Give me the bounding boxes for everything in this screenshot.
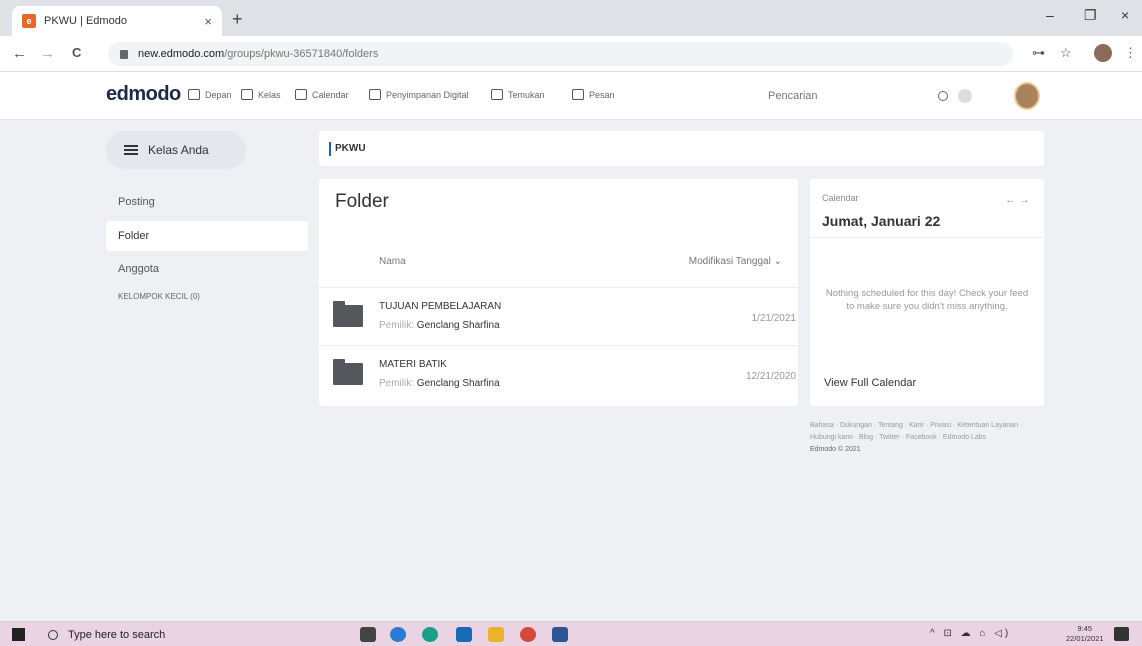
search-input[interactable]: Pencarian <box>768 81 948 111</box>
class-icon <box>241 89 253 100</box>
windows-taskbar: Type here to search ^ ⊡ ☁ ⌂ ◁) 9:45 22/0… <box>0 621 1142 646</box>
calendar-icon <box>295 89 307 100</box>
edmodo-logo[interactable]: edmodo <box>106 83 181 106</box>
folder-icon <box>333 301 363 327</box>
key-icon[interactable]: ⊶ <box>1032 45 1045 61</box>
discover-icon <box>491 89 503 100</box>
back-icon[interactable]: ← <box>12 45 27 62</box>
search-icon[interactable] <box>938 91 948 101</box>
notification-icon[interactable] <box>958 89 972 103</box>
taskbar-clock[interactable]: 9:45 22/01/2021 <box>1066 624 1104 644</box>
new-tab-button[interactable]: + <box>232 9 243 30</box>
chrome-icon[interactable] <box>520 627 536 642</box>
sidebar-item-folder[interactable]: Folder <box>106 221 308 251</box>
file-explorer-icon[interactable] <box>488 627 504 642</box>
nav-item-calendar[interactable]: Calendar <box>295 89 349 100</box>
folder-date: 12/21/2020 <box>745 371 796 382</box>
page-title: Folder <box>335 191 389 212</box>
view-full-calendar-link[interactable]: View Full Calendar <box>824 377 916 389</box>
edmodo-favicon-icon: e <box>22 14 36 28</box>
footer-link-list[interactable]: Bahasa · Dukungan · Tentang · Karir · Pr… <box>810 420 1044 444</box>
tab-close-icon[interactable]: × <box>204 14 212 29</box>
app-icon[interactable] <box>422 627 438 642</box>
window-close-button[interactable]: × <box>1121 7 1129 23</box>
browser-tab-strip: e PKWU | Edmodo × + – ❐ × <box>0 0 1142 36</box>
folder-row[interactable]: TUJUAN PEMBELAJARAN Pemilik: Genclang Sh… <box>319 287 798 345</box>
nav-item-temukan[interactable]: Temukan <box>491 89 545 100</box>
browser-menu-icon[interactable]: ⋮ <box>1124 45 1137 61</box>
maximize-button[interactable]: ❐ <box>1084 7 1097 24</box>
browser-profile-avatar[interactable] <box>1094 44 1112 62</box>
lock-icon <box>120 49 128 59</box>
folder-row[interactable]: MATERI BATIK Pemilik: Genclang Sharfina … <box>319 345 798 403</box>
group-accent-bar <box>329 141 331 156</box>
task-view-icon[interactable] <box>360 627 376 642</box>
bookmark-star-icon[interactable]: ☆ <box>1060 45 1072 61</box>
footer-copyright: Edmodo © 2021 <box>810 446 861 453</box>
address-bar[interactable]: new.edmodo.com/groups/pkwu-36571840/fold… <box>108 42 1013 66</box>
calendar-label: Calendar <box>822 193 859 203</box>
divider <box>810 237 1044 238</box>
minimize-button[interactable]: – <box>1046 7 1054 23</box>
group-name[interactable]: PKWU <box>335 143 366 154</box>
column-header-name[interactable]: Nama <box>379 256 406 267</box>
nav-item-pesan[interactable]: Pesan <box>572 89 615 100</box>
backpack-icon <box>369 89 381 100</box>
column-header-modified-sort[interactable]: Modifikasi Tanggal ⌄ <box>689 256 782 267</box>
group-header: PKWU <box>319 131 1044 166</box>
sidebar-item-posting[interactable]: Posting <box>106 187 308 217</box>
folder-owner: Pemilik: Genclang Sharfina <box>379 378 500 389</box>
nav-item-depan[interactable]: Depan <box>188 89 232 100</box>
browser-toolbar: ← → C new.edmodo.com/groups/pkwu-3657184… <box>0 36 1142 72</box>
search-icon <box>48 630 58 640</box>
sidebar-item-kelompok-kecil[interactable]: KELOMPOK KECIL (0) <box>106 281 308 311</box>
folder-name[interactable]: TUJUAN PEMBELAJARAN <box>379 301 501 312</box>
folder-owner: Pemilik: Genclang Sharfina <box>379 320 500 331</box>
calendar-empty-message: Nothing scheduled for this day! Check yo… <box>825 288 1029 312</box>
home-icon <box>188 89 200 100</box>
edge-icon[interactable] <box>390 627 406 642</box>
footer-links: Bahasa · Dukungan · Tentang · Karir · Pr… <box>810 420 1044 456</box>
system-tray[interactable]: ^ ⊡ ☁ ⌂ ◁) <box>930 628 1011 639</box>
folder-icon <box>333 359 363 385</box>
calendar-card: Calendar ← → Jumat, Januari 22 Nothing s… <box>810 179 1044 406</box>
taskbar-search[interactable]: Type here to search <box>48 626 165 644</box>
browser-tab[interactable]: e PKWU | Edmodo × <box>12 6 222 36</box>
calendar-nav-arrows[interactable]: ← → <box>1005 194 1030 206</box>
url-text: new.edmodo.com/groups/pkwu-36571840/fold… <box>138 48 379 60</box>
folder-name[interactable]: MATERI BATIK <box>379 359 447 370</box>
calendar-date: Jumat, Januari 22 <box>822 213 941 229</box>
forward-icon[interactable]: → <box>40 45 55 62</box>
notification-center-icon[interactable] <box>1114 627 1129 641</box>
windows-start-icon[interactable] <box>12 628 25 641</box>
mail-icon[interactable] <box>456 627 472 642</box>
message-icon <box>572 89 584 100</box>
folder-panel: Folder Nama Modifikasi Tanggal ⌄ TUJUAN … <box>319 179 798 406</box>
tab-title: PKWU | Edmodo <box>44 15 127 27</box>
reload-icon[interactable]: C <box>72 45 81 60</box>
hamburger-menu-icon <box>124 145 138 155</box>
sidebar-item-anggota[interactable]: Anggota <box>106 254 308 284</box>
user-avatar[interactable] <box>1014 82 1040 110</box>
kelas-anda-button[interactable]: Kelas Anda <box>106 131 246 169</box>
word-icon[interactable] <box>552 627 568 642</box>
nav-item-kelas[interactable]: Kelas <box>241 89 281 100</box>
nav-item-penyimpanan-digital[interactable]: Penyimpanan Digital <box>369 89 469 100</box>
folder-date: 1/21/2021 <box>751 313 797 324</box>
edmodo-top-nav: edmodo Depan Kelas Calendar Penyimpanan … <box>0 72 1142 120</box>
